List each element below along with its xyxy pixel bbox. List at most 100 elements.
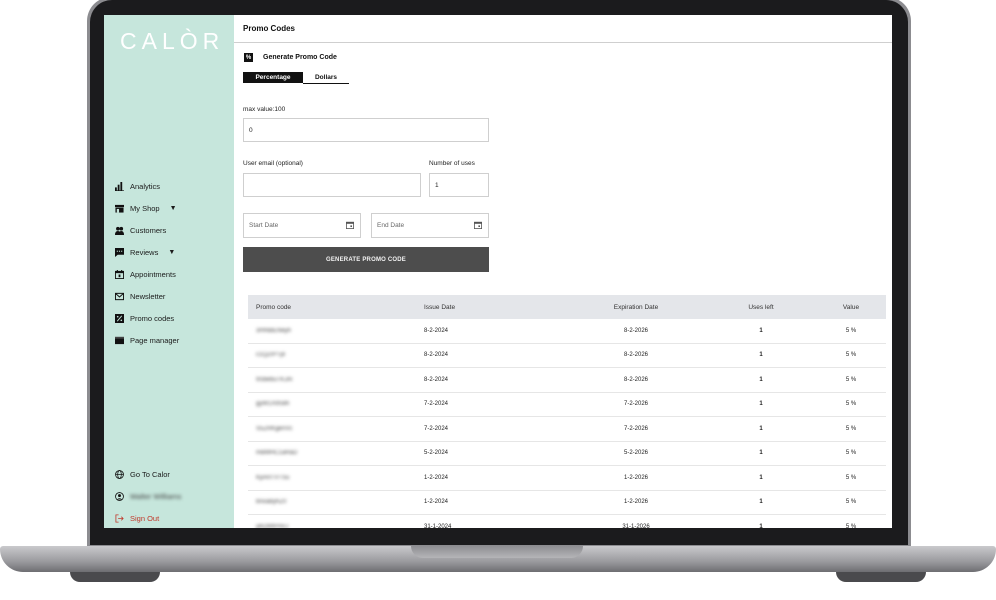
- table-row[interactable]: ybQWtPmrJ 31-1-2024 31-1-2026 1 5 %: [248, 515, 886, 528]
- tab-dollars[interactable]: Dollars: [303, 72, 349, 84]
- expiration-date-cell: 7-2-2026: [623, 401, 649, 408]
- uses-input[interactable]: 1: [429, 173, 489, 197]
- shop-icon: [114, 203, 124, 213]
- chevron-down-icon[interactable]: ▼: [168, 249, 175, 256]
- sidebar-nav: Analytics My Shop ▼ Customers Reviews ▼ …: [114, 175, 232, 351]
- issue-date-cell: 8-2-2024: [424, 352, 449, 359]
- user-profile[interactable]: Walter Williams: [114, 485, 232, 507]
- start-date-input[interactable]: Start Date: [243, 213, 361, 238]
- sidebar-item-label: Promo codes: [130, 313, 175, 323]
- discount-type-tabs: Percentage Dollars: [243, 72, 349, 84]
- issue-date-cell: 1-2-2024: [424, 499, 449, 506]
- expiration-date-cell: 1-2-2026: [623, 474, 649, 481]
- sidebar-item-label: Newsletter: [130, 291, 166, 301]
- sign-out-button[interactable]: Sign Out: [114, 507, 232, 528]
- expiration-date-cell: 1-2-2026: [623, 499, 649, 506]
- value-cell: 5 %: [845, 352, 857, 359]
- table-row[interactable]: 3rhNBENeyh 8-2-2024 8-2-2026 1 5 %: [248, 319, 886, 344]
- uses-left-cell: 1: [759, 450, 763, 457]
- table-body: 3rhNBENeyh 8-2-2024 8-2-2026 1 5 % c1QZrPTpl 8…: [248, 319, 886, 528]
- laptop-foot: [836, 572, 926, 582]
- tab-percentage[interactable]: Percentage: [243, 72, 303, 83]
- sidebar-item-appointments[interactable]: Appointments: [114, 263, 232, 285]
- sidebar-item-page-manager[interactable]: Page manager: [114, 329, 232, 351]
- table-row[interactable]: c1QZrPTpl 8-2-2024 8-2-2026 1 5 %: [248, 344, 886, 368]
- go-to-calor-link[interactable]: Go To Calor: [114, 463, 232, 485]
- mail-icon: [114, 291, 124, 301]
- issue-date-cell: 5-2-2024: [424, 450, 449, 457]
- calendar-icon[interactable]: [474, 221, 482, 229]
- user-name: Walter Williams: [130, 491, 182, 501]
- sidebar-item-label: Appointments: [130, 269, 176, 279]
- percent-icon: [114, 313, 124, 323]
- table-row[interactable]: KpArlTVTSu 1-2-2024 1-2-2026 1 5 %: [248, 466, 886, 491]
- value-cell: 5 %: [845, 499, 857, 506]
- sidebar-item-label: My Shop: [130, 203, 160, 213]
- column-header[interactable]: Promo code: [248, 304, 414, 311]
- sidebar-item-reviews[interactable]: Reviews ▼: [114, 241, 232, 263]
- sidebar-item-label: Analytics: [130, 181, 161, 191]
- sidebar-item-newsletter[interactable]: Newsletter: [114, 285, 232, 307]
- issue-date-cell: 7-2-2024: [424, 401, 449, 408]
- uses-left-cell: 1: [759, 499, 763, 506]
- table-row[interactable]: mBMHC1aRaD 5-2-2024 5-2-2026 1 5 %: [248, 442, 886, 466]
- column-header[interactable]: Issue Date: [414, 304, 566, 311]
- column-header[interactable]: Expiration Date: [566, 304, 706, 311]
- promo-code-cell: mBMHC1aRaD: [256, 450, 298, 457]
- value-cell: 5 %: [845, 376, 857, 383]
- uses-label: Number of uses: [429, 160, 475, 167]
- promo-codes-table: Promo code Issue Date Expiration Date Us…: [248, 295, 886, 528]
- sidebar-item-promo-codes[interactable]: Promo codes: [114, 307, 232, 329]
- column-header[interactable]: Uses left: [706, 304, 816, 311]
- generator-heading: % Generate Promo Code: [244, 53, 337, 62]
- issue-date-cell: 8-2-2024: [424, 376, 449, 383]
- table-header: Promo code Issue Date Expiration Date Us…: [248, 295, 886, 319]
- table-row[interactable]: bnxaByhZ0 1-2-2024 1-2-2026 1 5 %: [248, 491, 886, 515]
- promo-code-cell: KpArlTVTSu: [256, 474, 290, 481]
- table-row[interactable]: S5ZRKgenVc 7-2-2024 7-2-2026 1 5 %: [248, 417, 886, 442]
- expiration-date-cell: 8-2-2026: [623, 352, 649, 359]
- sidebar: CALÒR Analytics My Shop ▼ Customers Revi…: [104, 15, 234, 528]
- email-label: User email (optional): [243, 160, 303, 167]
- column-header[interactable]: Value: [816, 304, 886, 311]
- expiration-date-cell: 8-2-2026: [623, 376, 649, 383]
- value-cell: 5 %: [845, 474, 857, 481]
- promo-code-cell: 9SbebuTKJm: [256, 376, 293, 383]
- expiration-date-cell: 5-2-2026: [623, 450, 649, 457]
- laptop-notch: [411, 546, 583, 558]
- end-date-input[interactable]: End Date: [371, 213, 489, 238]
- calendar-icon[interactable]: [346, 221, 354, 229]
- value-cell: 5 %: [845, 425, 857, 432]
- customers-icon: [114, 225, 124, 235]
- issue-date-cell: 7-2-2024: [424, 425, 449, 432]
- sidebar-item-analytics[interactable]: Analytics: [114, 175, 232, 197]
- screen: CALÒR Analytics My Shop ▼ Customers Revi…: [104, 15, 892, 528]
- issue-date-cell: 8-2-2024: [424, 327, 449, 334]
- table-row[interactable]: 9SbebuTKJm 8-2-2024 8-2-2026 1 5 %: [248, 368, 886, 393]
- generate-promo-code-button[interactable]: GENERATE PROMO CODE: [243, 247, 489, 272]
- chevron-down-icon[interactable]: ▼: [170, 205, 177, 212]
- promo-code-cell: gyW1X9S8h: [256, 401, 290, 408]
- promo-code-cell: 3rhNBENeyh: [256, 327, 292, 334]
- bar-chart-icon: [114, 181, 124, 191]
- promo-code-cell: c1QZrPTpl: [256, 352, 286, 359]
- laptop-chin: [90, 528, 908, 545]
- sidebar-item-label: Page manager: [130, 335, 180, 345]
- reviews-icon: [114, 247, 124, 257]
- max-value-label: max value:100: [243, 106, 286, 113]
- brand-logo[interactable]: CALÒR: [120, 28, 224, 55]
- end-date-placeholder: End Date: [377, 222, 405, 229]
- promo-code-cell: bnxaByhZ0: [256, 499, 287, 506]
- table-row[interactable]: gyW1X9S8h 7-2-2024 7-2-2026 1 5 %: [248, 393, 886, 417]
- sidebar-item-my-shop[interactable]: My Shop ▼: [114, 197, 232, 219]
- email-field[interactable]: [243, 173, 421, 197]
- uses-left-cell: 1: [759, 425, 763, 432]
- discount-value-input[interactable]: 0: [243, 118, 489, 142]
- calendar-icon: [114, 269, 124, 279]
- value-cell: 5 %: [845, 327, 857, 334]
- go-to-calor-label: Go To Calor: [130, 469, 170, 479]
- promo-code-cell: S5ZRKgenVc: [256, 425, 293, 432]
- sidebar-item-customers[interactable]: Customers: [114, 219, 232, 241]
- sign-out-label: Sign Out: [130, 513, 160, 523]
- start-date-placeholder: Start Date: [249, 222, 279, 229]
